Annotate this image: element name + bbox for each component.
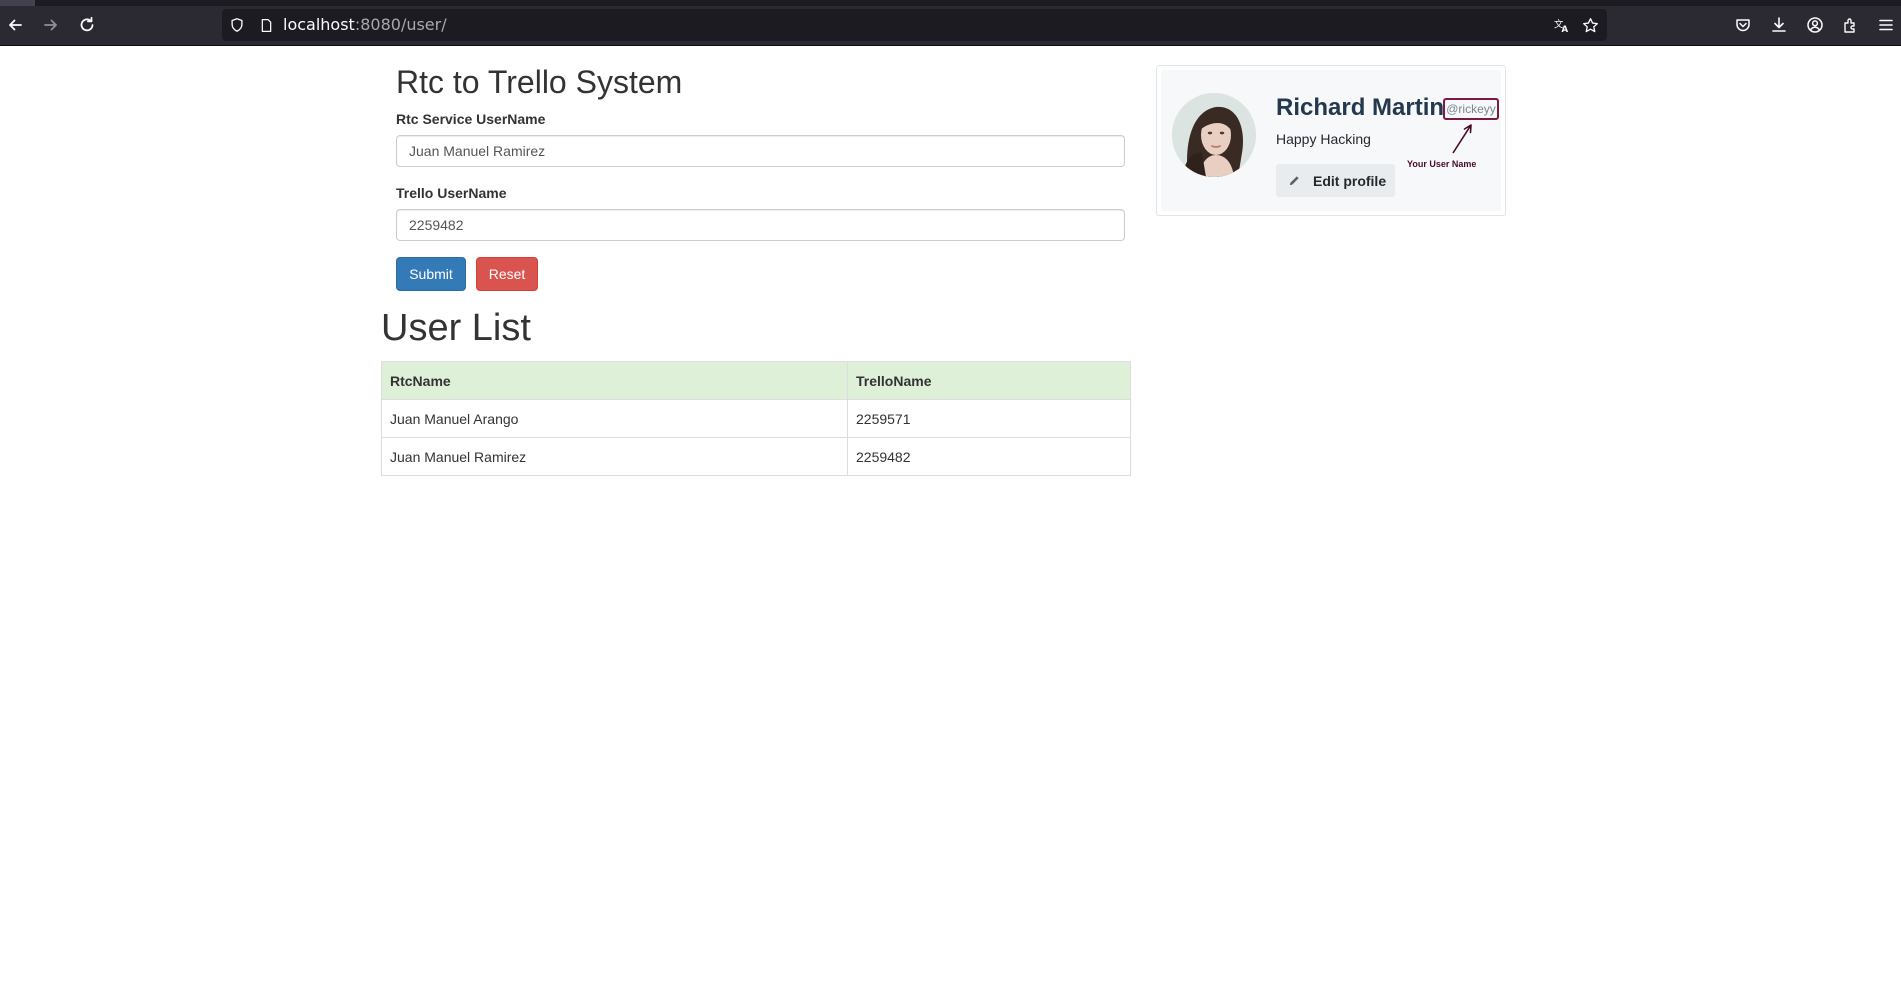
forward-arrow-icon[interactable] [36,10,66,40]
column-header-trelloname: TrelloName [847,361,1131,400]
bookmark-star-icon[interactable] [1581,16,1599,34]
username-annotation: Your User Name [1407,159,1477,169]
hamburger-menu-icon[interactable] [1871,10,1901,40]
trello-username-input[interactable] [396,209,1125,241]
account-icon[interactable] [1800,10,1830,40]
edit-profile-button[interactable]: Edit profile [1276,164,1395,197]
url-host: localhost [283,15,355,34]
annotation-arrow-icon [1452,124,1472,154]
extensions-icon[interactable] [1836,10,1866,40]
trello-name-cell: 2259482 [847,437,1131,476]
browser-toolbar: localhost:8080/user/ 文A [0,6,1901,46]
submit-button[interactable]: Submit [396,257,466,291]
edit-profile-label: Edit profile [1313,172,1387,189]
trello-name-cell: 2259571 [847,399,1131,438]
translate-icon[interactable]: 文A [1552,16,1570,34]
user-table: RtcName TrelloName Juan Manuel Arango 22… [381,361,1131,476]
url-path: :8080/user/ [354,15,447,34]
rtc-name-cell: Juan Manuel Ramirez [381,437,848,476]
pencil-icon [1288,174,1302,188]
url-text[interactable]: localhost:8080/user/ [283,16,447,34]
profile-bio: Happy Hacking [1276,131,1371,147]
trello-username-label: Trello UserName [396,185,507,201]
table-row: Juan Manuel Arango 2259571 [381,399,1131,438]
page-title: Rtc to Trello System [396,64,683,100]
user-list-title: User List [381,307,531,349]
tracking-protection-icon[interactable] [228,16,246,34]
avatar [1172,93,1256,177]
table-row: Juan Manuel Ramirez 2259482 [381,437,1131,476]
rtc-name-cell: Juan Manuel Arango [381,399,848,438]
rtc-username-label: Rtc Service UserName [396,111,546,127]
page-info-icon[interactable] [257,16,275,34]
back-arrow-icon[interactable] [0,10,30,40]
download-icon[interactable] [1764,10,1794,40]
table-header-row: RtcName TrelloName [381,361,1131,400]
rtc-username-input[interactable] [396,135,1125,167]
reload-icon[interactable] [72,10,102,40]
column-header-rtcname: RtcName [381,361,848,400]
profile-name: Richard Martin [1276,94,1445,121]
svg-text:A: A [1561,25,1568,34]
reset-button[interactable]: Reset [476,257,538,291]
profile-username[interactable]: @rickeyy [1443,98,1499,120]
url-bar[interactable]: localhost:8080/user/ 文A [222,9,1607,41]
pocket-icon[interactable] [1728,10,1758,40]
